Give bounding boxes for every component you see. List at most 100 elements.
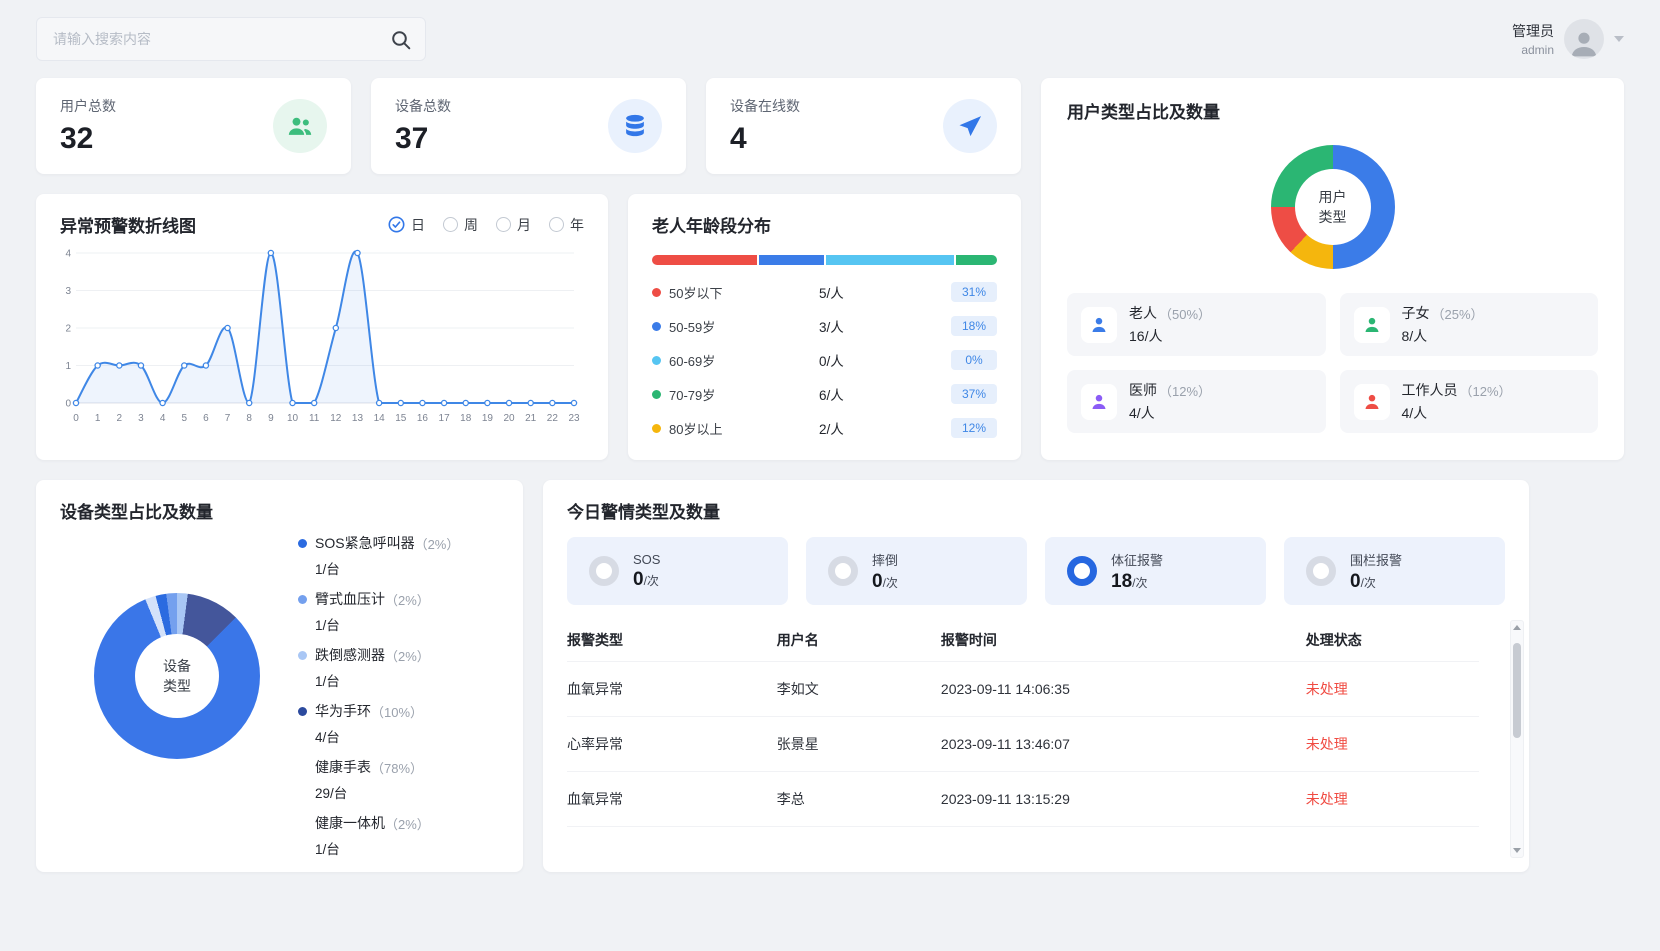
device-legend-item: SOS紧急呼叫器（2%）1/台 (298, 533, 459, 578)
table-row: 血氧异常李总2023-09-11 13:15:29未处理 (567, 772, 1479, 827)
svg-text:10: 10 (287, 413, 299, 424)
age-rows: 50岁以下5/人31%50-59岁3/人18%60-69岁0/人0%70-79岁… (652, 275, 997, 445)
alert-type-count: 18/次 (1111, 571, 1163, 593)
alarm-type: 血氧异常 (567, 679, 777, 699)
column-header: 报警类型 (567, 630, 777, 650)
svg-text:4: 4 (160, 413, 166, 424)
period-option-年[interactable]: 年 (549, 215, 584, 235)
legend-value: 8/人 (1402, 326, 1484, 346)
table-row: 血氧异常李如文2023-09-11 14:06:35未处理 (567, 662, 1479, 717)
alert-type-box-围栏报警: 围栏报警0/次 (1284, 537, 1505, 605)
age-bar-segment (956, 255, 997, 265)
alert-type-unit: /次 (1361, 576, 1376, 590)
age-percent-badge: 37% (951, 384, 997, 404)
period-option-月[interactable]: 月 (496, 215, 531, 235)
alert-type-box-SOS: SOS0/次 (567, 537, 788, 605)
period-option-周[interactable]: 周 (443, 215, 478, 235)
device-percent: （2%） (385, 646, 430, 665)
device-name: 健康手表 (315, 757, 371, 777)
device-percent: （2%） (415, 534, 460, 553)
column-header: 报警时间 (941, 630, 1306, 650)
alarm-status[interactable]: 未处理 (1306, 789, 1479, 809)
abnormal-warning-card: 异常预警数折线图 日周月年 01234012345678910111213141… (36, 194, 608, 460)
search-icon[interactable] (389, 28, 413, 52)
column-header: 处理状态 (1306, 630, 1479, 650)
alarm-user: 李总 (777, 789, 941, 809)
alert-type-label: 摔倒 (872, 550, 898, 569)
device-legend-item: 健康一体机（2%）1/台 (298, 813, 459, 858)
alert-type-unit: /次 (644, 574, 659, 588)
alarm-user: 李如文 (777, 679, 941, 699)
svg-text:0: 0 (73, 413, 79, 424)
search-bar[interactable] (36, 17, 426, 61)
stat-label: 设备总数 (395, 96, 451, 116)
age-count: 6/人 (819, 384, 951, 404)
age-range-label: 60-69岁 (669, 351, 819, 370)
abnormal-line-chart: 0123401234567891011121314151617181920212… (60, 245, 584, 429)
alarm-type: 心率异常 (567, 734, 777, 754)
today-alerts-card: 今日警情类型及数量 SOS0/次摔倒0/次体征报警18/次围栏报警0/次 报警类… (543, 480, 1529, 872)
user-type-legend-item: 老人（50%）16/人 (1067, 293, 1326, 356)
radio-icon (443, 217, 458, 232)
stat-label: 设备在线数 (730, 96, 800, 116)
radio-icon (496, 217, 511, 232)
alarm-status[interactable]: 未处理 (1306, 734, 1479, 754)
card-title: 异常预警数折线图 (60, 212, 196, 237)
user-menu[interactable]: 管理员 admin (1512, 19, 1624, 59)
period-label: 年 (570, 215, 584, 235)
scroll-up-icon[interactable] (1513, 625, 1521, 630)
table-scrollbar[interactable] (1510, 620, 1524, 858)
person-icon (1354, 307, 1390, 343)
user-type-donut-center: 用户类型 (1271, 145, 1395, 269)
alerts-table-body: 血氧异常李如文2023-09-11 14:06:35未处理心率异常张景星2023… (567, 662, 1479, 835)
svg-text:11: 11 (309, 413, 320, 424)
user-type-legend-item: 医师（12%）4/人 (1067, 370, 1326, 433)
alert-type-count: 0/次 (633, 569, 660, 591)
radio-icon (549, 217, 564, 232)
period-options: 日 周月 年 (388, 215, 584, 235)
svg-text:5: 5 (181, 413, 187, 424)
age-count: 5/人 (819, 282, 951, 302)
alert-type-count: 0/次 (872, 571, 898, 593)
avatar[interactable] (1564, 19, 1604, 59)
search-input[interactable] (37, 18, 425, 60)
ring-icon (589, 556, 619, 586)
database-icon (608, 99, 662, 153)
svg-text:13: 13 (352, 413, 364, 424)
svg-text:20: 20 (503, 413, 515, 424)
alarm-user: 张景星 (777, 734, 941, 754)
age-percent-badge: 0% (951, 350, 997, 370)
scrollbar-thumb[interactable] (1513, 643, 1521, 738)
period-label: 周 (464, 215, 478, 235)
legend-percent: （50%） (1159, 304, 1211, 323)
legend-dot (652, 288, 661, 297)
alert-type-boxes: SOS0/次摔倒0/次体征报警18/次围栏报警0/次 (567, 537, 1505, 605)
chevron-down-icon[interactable] (1614, 36, 1624, 42)
legend-value: 4/人 (1402, 403, 1512, 423)
legend-name: 老人 (1129, 303, 1157, 323)
age-percent-badge: 18% (951, 316, 997, 336)
device-name: 健康一体机 (315, 813, 385, 833)
stat-card-total-devices: 设备总数 37 (371, 78, 686, 174)
stat-value: 4 (730, 122, 800, 156)
user-type-donut-wrap: 用户类型 (1271, 145, 1395, 269)
age-percent-badge: 31% (951, 282, 997, 302)
period-option-日[interactable]: 日 (388, 215, 425, 235)
stat-cards: 用户总数 32 设备总数 37 (36, 78, 1021, 174)
alarm-status[interactable]: 未处理 (1306, 679, 1479, 699)
age-row: 50-59岁3/人18% (652, 309, 997, 343)
ring-icon (1067, 556, 1097, 586)
card-title: 用户类型占比及数量 (1067, 98, 1598, 123)
device-percent: （2%） (385, 814, 430, 833)
svg-text:22: 22 (547, 413, 559, 424)
scroll-down-icon[interactable] (1513, 848, 1521, 853)
stat-value: 32 (60, 122, 116, 156)
stat-card-devices-online: 设备在线数 4 (706, 78, 1021, 174)
alerts-table: 报警类型用户名报警时间处理状态 血氧异常李如文2023-09-11 14:06:… (567, 619, 1505, 835)
svg-text:8: 8 (246, 413, 252, 424)
svg-text:4: 4 (65, 249, 71, 260)
alert-type-box-摔倒: 摔倒 0/次 (806, 537, 1027, 605)
svg-text:7: 7 (225, 413, 231, 424)
age-bar-segment (652, 255, 757, 265)
age-row: 80岁以上2/人12% (652, 411, 997, 445)
